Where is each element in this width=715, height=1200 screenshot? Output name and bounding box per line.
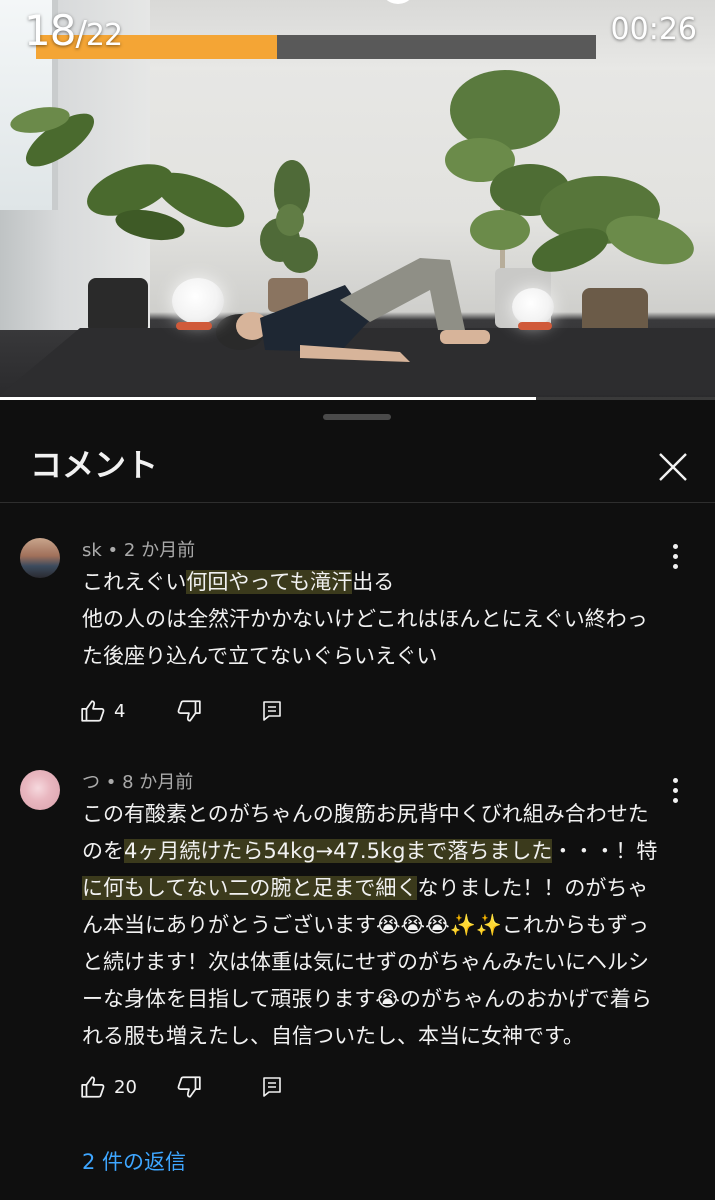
comment-actions: 4 <box>80 696 340 726</box>
highlighted-segment: に何もしてない二の腕と足まで細く <box>82 876 418 900</box>
pot-left <box>88 278 148 334</box>
comment-author[interactable]: sk <box>82 540 102 561</box>
exercise-counter: 18/22 <box>24 6 123 55</box>
avatar[interactable] <box>20 538 60 578</box>
dislike-button[interactable] <box>176 1072 202 1102</box>
highlighted-segment: 4ヶ月続けたら54kg→47.5kgまで落ちました <box>124 839 553 863</box>
floor-lamp-left <box>172 278 224 324</box>
video-player[interactable]: 18/22 00:26 <box>0 0 715 400</box>
comment-line: 他の人のは全然汗かかないけどこれはほんとにえぐい終わっ <box>82 607 648 631</box>
more-dot <box>672 553 678 559</box>
comment-body: この有酸素とのがちゃんの腹筋お尻背中くびれ組み合わせた のを4ヶ月続けたら54k… <box>82 796 672 1055</box>
comment-author[interactable]: つ <box>82 772 100 793</box>
close-icon <box>659 453 687 481</box>
thumbs-up-icon <box>81 1076 105 1098</box>
text-segment: なりました！！のがちゃ <box>417 876 649 900</box>
highlighted-segment: 何回やっても滝汗 <box>186 570 353 594</box>
comments-sheet: コメント sk • 2 か月前 これえぐい何回やっても滝汗出る 他の人のは全然汗… <box>0 400 715 1200</box>
like-button[interactable]: 4 <box>80 696 125 726</box>
exercise-timer: 00:26 <box>610 12 697 47</box>
view-replies-link[interactable]: 2 件の返信 <box>82 1146 186 1176</box>
exercise-separator: / <box>75 14 87 54</box>
comment-meta: つ • 8 か月前 <box>82 768 193 794</box>
sheet-drag-handle[interactable] <box>323 414 391 420</box>
more-vertical-icon <box>672 543 678 549</box>
like-button[interactable]: 20 <box>80 1072 137 1102</box>
comment-line: この有酸素とのがちゃんの腹筋お尻背中くびれ組み合わせた <box>82 802 649 826</box>
more-dot <box>672 787 678 793</box>
text-segment: これえぐい <box>82 570 187 594</box>
lamp-base-right <box>518 322 552 330</box>
text-segment: 出る <box>352 570 395 594</box>
plant-right <box>531 176 694 272</box>
comment-line: これえぐい何回やっても滝汗出る <box>82 564 672 601</box>
reply-icon <box>263 1077 281 1097</box>
avatar[interactable] <box>20 770 60 810</box>
comments-title: コメント <box>30 446 159 484</box>
plant-left <box>10 107 245 241</box>
exercise-current: 18 <box>24 6 76 55</box>
video-scene <box>0 70 715 395</box>
more-dot <box>672 797 678 803</box>
comment-body: これえぐい何回やっても滝汗出る 他の人のは全然汗かかないけどこれはほんとにえぐい… <box>82 564 672 675</box>
comment-meta: sk • 2 か月前 <box>82 536 195 562</box>
comment-time: 8 か月前 <box>122 772 194 793</box>
like-count: 20 <box>114 1076 137 1098</box>
comment-time: 2 か月前 <box>123 540 196 561</box>
meta-separator: • <box>105 772 117 793</box>
reply-icon <box>263 701 281 721</box>
dislike-button[interactable] <box>176 696 202 726</box>
more-vertical-icon <box>672 777 678 783</box>
close-button[interactable] <box>648 442 698 492</box>
text-segment: のを <box>82 839 124 863</box>
thumbs-down-icon <box>177 1076 201 1098</box>
reply-button[interactable] <box>260 1072 284 1102</box>
exercise-mat <box>0 328 715 395</box>
text-segment: ・・・！特 <box>552 839 658 863</box>
lamp-base-left <box>176 322 212 330</box>
reply-button[interactable] <box>260 696 284 726</box>
more-dot <box>672 563 678 569</box>
comment-line: ーな身体を目指して頑張ります😭のがちゃんのおかげで着ら <box>82 987 652 1011</box>
comment-line: に何もしてない二の腕と足まで細くなりました！！のがちゃ <box>82 870 672 907</box>
thumbs-down-icon <box>177 700 201 722</box>
comment-actions: 20 <box>80 1072 340 1102</box>
exercise-total: 22 <box>85 18 123 53</box>
thumbs-up-icon <box>81 700 105 722</box>
comment-line: れる服も増えたし、自信ついたし、本当に女神です。 <box>82 1024 584 1048</box>
comment-line: のを4ヶ月続けたら54kg→47.5kgまで落ちました・・・！特 <box>82 833 672 870</box>
comment-line: と続けます！次は体重は気にせずのがちゃんみたいにヘルシ <box>82 950 649 974</box>
plant-middle <box>260 160 318 273</box>
comment-line: ん本当にありがとうございます😭😭😭✨✨これからもずっ <box>82 913 649 937</box>
floor-lamp-right <box>512 288 554 326</box>
comment-line: た後座り込んで立てないぐらいえぐい <box>82 644 438 668</box>
comments-header: コメント <box>0 430 715 503</box>
like-count: 4 <box>114 700 126 722</box>
meta-separator: • <box>107 540 119 561</box>
